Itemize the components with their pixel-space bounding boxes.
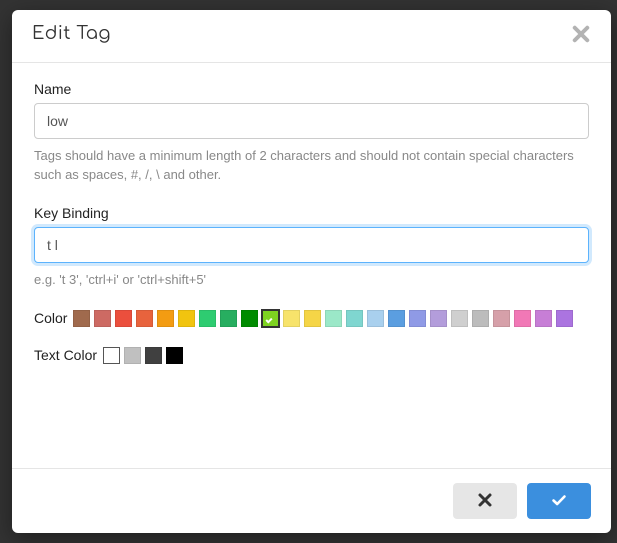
color-swatch[interactable]	[262, 310, 279, 327]
color-swatch[interactable]	[199, 310, 216, 327]
textcolor-swatch[interactable]	[145, 347, 162, 364]
color-swatch[interactable]	[472, 310, 489, 327]
color-swatch[interactable]	[283, 310, 300, 327]
color-label: Color	[34, 310, 67, 326]
keybinding-label: Key Binding	[34, 205, 589, 221]
keybinding-help: e.g. 't 3', 'ctrl+i' or 'ctrl+shift+5'	[34, 271, 589, 290]
color-swatch[interactable]	[535, 310, 552, 327]
textcolor-swatch[interactable]	[103, 347, 120, 364]
textcolor-swatch[interactable]	[166, 347, 183, 364]
color-swatch[interactable]	[514, 310, 531, 327]
color-swatch[interactable]	[304, 310, 321, 327]
cancel-button[interactable]	[453, 483, 517, 519]
name-input[interactable]	[34, 103, 589, 139]
keybinding-input[interactable]	[34, 227, 589, 263]
keybinding-group: Key Binding e.g. 't 3', 'ctrl+i' or 'ctr…	[34, 205, 589, 290]
color-swatch[interactable]	[451, 310, 468, 327]
color-swatch[interactable]	[136, 310, 153, 327]
color-swatch[interactable]	[157, 310, 174, 327]
color-row: Color	[34, 310, 589, 327]
color-swatch[interactable]	[367, 310, 384, 327]
color-swatch[interactable]	[409, 310, 426, 327]
textcolor-row: Text Color	[34, 347, 589, 364]
color-swatch[interactable]	[325, 310, 342, 327]
color-swatch[interactable]	[388, 310, 405, 327]
color-swatch[interactable]	[73, 310, 90, 327]
textcolor-swatch[interactable]	[124, 347, 141, 364]
name-group: Name Tags should have a minimum length o…	[34, 81, 589, 185]
color-swatch[interactable]	[430, 310, 447, 327]
name-label: Name	[34, 81, 589, 97]
close-icon[interactable]	[571, 24, 591, 44]
color-swatch[interactable]	[493, 310, 510, 327]
dialog-footer	[12, 468, 611, 533]
color-swatch[interactable]	[220, 310, 237, 327]
color-swatch[interactable]	[178, 310, 195, 327]
color-swatch[interactable]	[241, 310, 258, 327]
dialog-title: Edit Tag	[32, 24, 111, 44]
check-icon	[551, 492, 567, 511]
dialog-body: Name Tags should have a minimum length o…	[12, 63, 611, 468]
name-help: Tags should have a minimum length of 2 c…	[34, 147, 589, 185]
color-swatch[interactable]	[346, 310, 363, 327]
confirm-button[interactable]	[527, 483, 591, 519]
edit-tag-dialog: Edit Tag Name Tags should have a minimum…	[12, 10, 611, 533]
dialog-header: Edit Tag	[12, 10, 611, 63]
color-swatch[interactable]	[556, 310, 573, 327]
color-swatch[interactable]	[94, 310, 111, 327]
color-swatch[interactable]	[115, 310, 132, 327]
textcolor-label: Text Color	[34, 347, 97, 363]
close-icon	[477, 492, 493, 511]
